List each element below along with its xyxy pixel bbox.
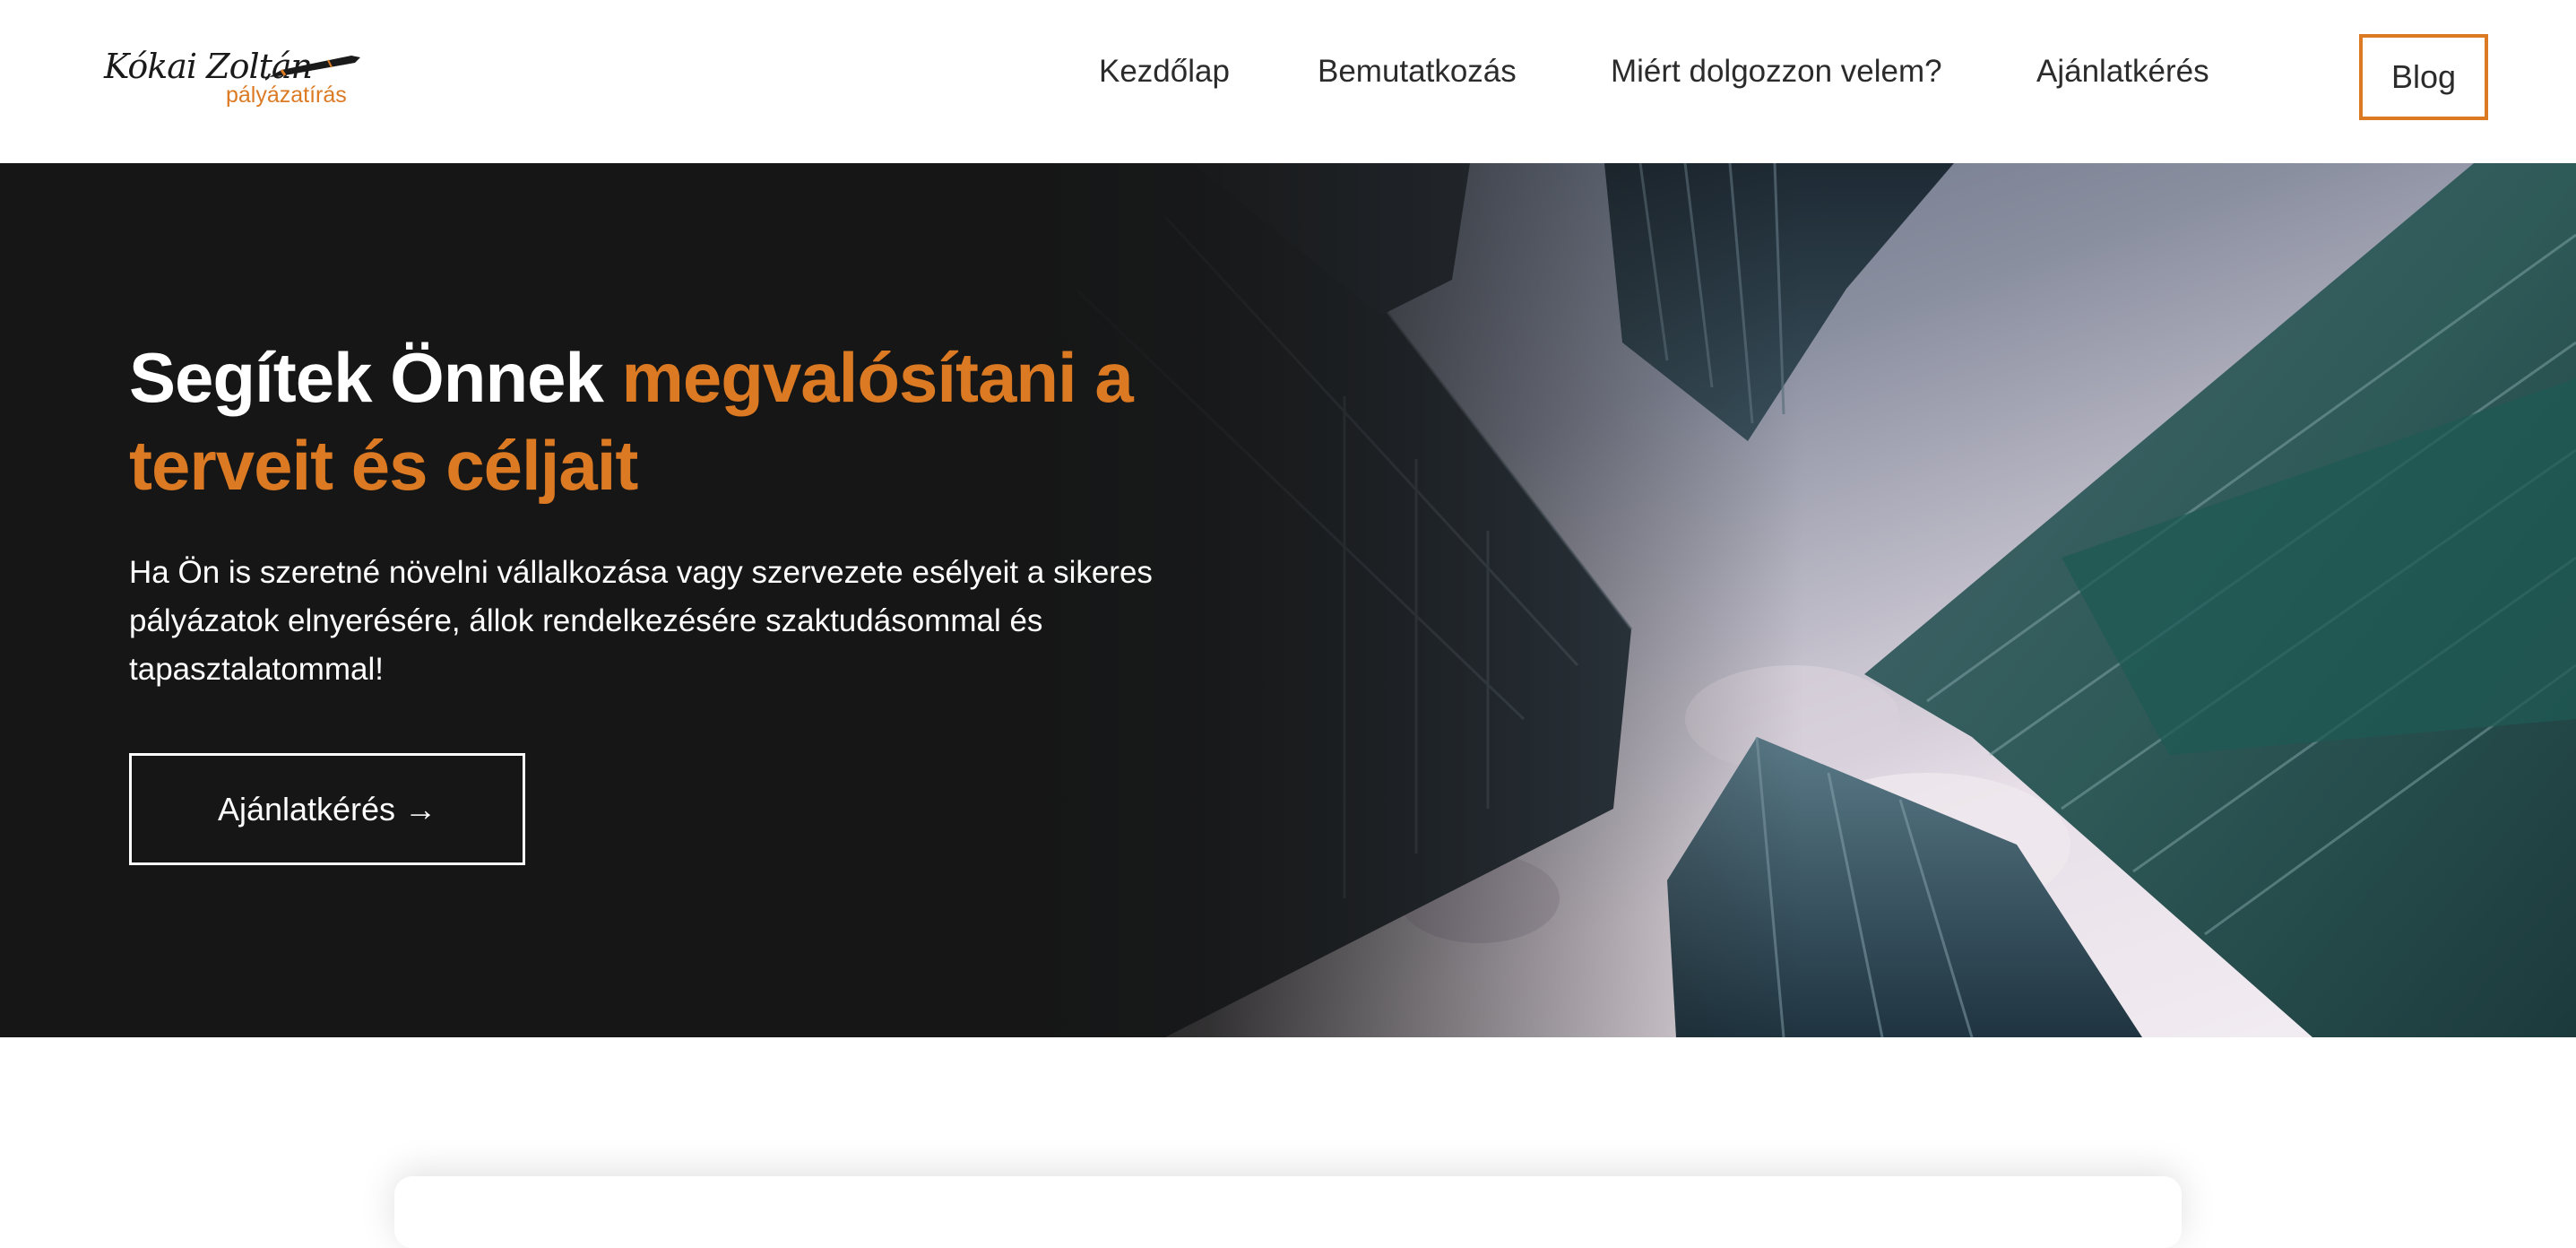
fountain-pen-icon xyxy=(265,56,360,81)
logo-subtitle: pályázatírás xyxy=(226,82,347,108)
site-header: Kókai Zoltán pályázatírás Kezdőlap Bemut… xyxy=(0,0,2576,163)
hero-section: Segítek Önnek megvalósítani a terveit és… xyxy=(0,163,2576,1037)
site-logo[interactable]: Kókai Zoltán pályázatírás xyxy=(100,47,360,115)
content-card xyxy=(394,1176,2182,1248)
nav-item-why-work-with-me[interactable]: Miért dolgozzon velem? xyxy=(1611,54,1942,99)
hero-title: Segítek Önnek megvalósítani a terveit és… xyxy=(129,334,1294,509)
request-offer-button[interactable]: Ajánlatkérés → xyxy=(129,753,525,865)
nav-item-about[interactable]: Bemutatkozás xyxy=(1318,54,1517,99)
nav-item-home[interactable]: Kezdőlap xyxy=(1099,54,1230,99)
hero-description: Ha Ön is szeretné növelni vállalkozása v… xyxy=(129,555,1153,687)
nav-item-request-offer[interactable]: Ajánlatkérés xyxy=(2036,54,2209,99)
hero-title-white: Segítek Önnek xyxy=(129,338,622,417)
blog-button[interactable]: Blog xyxy=(2359,34,2488,120)
